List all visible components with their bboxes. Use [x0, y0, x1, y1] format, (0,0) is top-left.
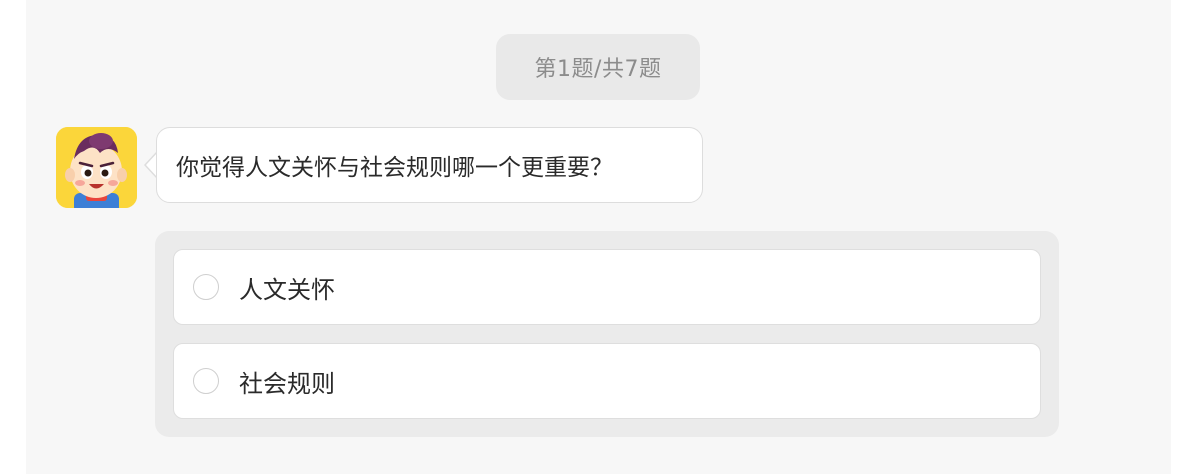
radio-button-icon[interactable]	[193, 368, 219, 394]
option-social-rules[interactable]: 社会规则	[173, 343, 1041, 419]
option-humanistic-care[interactable]: 人文关怀	[173, 249, 1041, 325]
option-label: 人文关怀	[239, 275, 335, 304]
question-text: 你觉得人文关怀与社会规则哪一个更重要？	[176, 155, 613, 181]
question-bubble: 你觉得人文关怀与社会规则哪一个更重要？	[156, 127, 703, 203]
options-container: 人文关怀 社会规则	[155, 231, 1059, 437]
avatar	[56, 127, 137, 208]
radio-button-icon[interactable]	[193, 274, 219, 300]
question-progress-badge: 第1题/共7题	[496, 34, 700, 100]
cartoon-boy-avatar-icon	[56, 127, 137, 208]
option-label: 社会规则	[239, 369, 335, 398]
